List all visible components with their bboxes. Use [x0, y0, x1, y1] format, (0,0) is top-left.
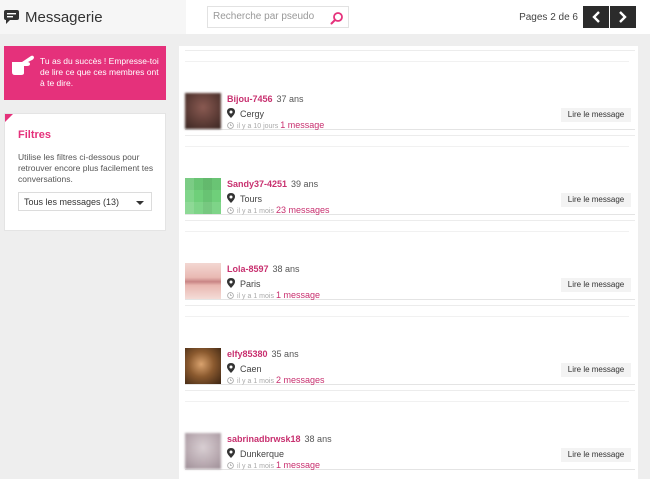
- message-card: elfy85380 35 ans Caen il y a 1 mois 2 mess…: [185, 305, 635, 385]
- age: 39 ans: [291, 179, 319, 189]
- message-list: Bijou-7456 37 ans Cergy il y a 10 jours 1 …: [179, 46, 638, 479]
- clock-icon: [227, 377, 234, 384]
- age: 38 ans: [272, 264, 300, 274]
- avatar[interactable]: [185, 93, 221, 129]
- avatar[interactable]: [185, 348, 221, 384]
- message-time: il y a 1 mois: [237, 293, 274, 300]
- pagination-label: Pages 2 de 6: [519, 12, 578, 23]
- page-title: Messagerie: [25, 9, 103, 26]
- brand-area: Messagerie: [0, 0, 186, 34]
- message-card: Sandy37-4251 39 ans Tours il y a 1 mois 23…: [185, 135, 635, 215]
- promo-banner: Tu as du succès ! Empresse-toi de lire c…: [4, 46, 166, 100]
- message-count-link[interactable]: 1 message: [276, 460, 320, 470]
- location: Cergy: [227, 108, 264, 119]
- read-message-button[interactable]: Lire le message: [561, 193, 631, 207]
- avatar[interactable]: [185, 178, 221, 214]
- username-link[interactable]: sabrinadbrwsk18 38 ans: [227, 434, 332, 444]
- caret-down-icon: [136, 201, 144, 205]
- filters-panel: Filtres Utilise les filtres ci-dessous p…: [4, 113, 166, 231]
- promo-text: Tu as du succès ! Empresse-toi de lire c…: [40, 56, 159, 88]
- top-bar: Messagerie Recherche par pseudo Pages 2 …: [0, 0, 650, 34]
- message-meta: il y a 1 mois 1 message: [227, 290, 320, 300]
- search-input[interactable]: Recherche par pseudo: [207, 6, 349, 28]
- message-time: il y a 1 mois: [237, 378, 274, 385]
- avatar[interactable]: [185, 433, 221, 469]
- divider: [185, 316, 629, 317]
- map-pin-icon: [227, 448, 235, 458]
- message-card: Bijou-7456 37 ans Cergy il y a 10 jours 1 …: [185, 50, 635, 130]
- age: 38 ans: [304, 434, 332, 444]
- corner-accent: [5, 114, 13, 122]
- chevron-left-icon: [592, 11, 600, 23]
- read-message-button[interactable]: Lire le message: [561, 108, 631, 122]
- map-pin-icon: [227, 193, 235, 203]
- message-card: Lola-8597 38 ans Paris il y a 1 mois 1 mes…: [185, 220, 635, 300]
- message-card: sabrinadbrwsk18 38 ans Dunkerque il y a 1…: [185, 390, 635, 470]
- map-pin-icon: [227, 278, 235, 288]
- read-message-button[interactable]: Lire le message: [561, 363, 631, 377]
- pointing-hand-icon: [12, 55, 34, 75]
- clock-icon: [227, 207, 234, 214]
- age: 35 ans: [271, 349, 299, 359]
- divider: [185, 61, 629, 62]
- divider: [185, 401, 629, 402]
- message-filter-value: Tous les messages (13): [24, 197, 120, 207]
- chat-bubble-icon: [4, 10, 19, 24]
- avatar[interactable]: [185, 263, 221, 299]
- prev-page-button[interactable]: [583, 6, 609, 28]
- chevron-right-icon: [619, 11, 627, 23]
- message-filter-select[interactable]: Tous les messages (13): [18, 192, 152, 211]
- username-link[interactable]: Sandy37-4251 39 ans: [227, 179, 318, 189]
- location: Paris: [227, 278, 261, 289]
- clock-icon: [227, 292, 234, 299]
- filters-title: Filtres: [18, 129, 52, 141]
- message-meta: il y a 10 jours 1 message: [227, 120, 324, 130]
- message-count-link[interactable]: 1 message: [276, 290, 320, 300]
- map-pin-icon: [227, 108, 235, 118]
- search-icon[interactable]: [330, 11, 344, 25]
- filters-description: Utilise les filtres ci-dessous pour retr…: [18, 152, 154, 184]
- message-count-link[interactable]: 23 messages: [276, 205, 330, 215]
- clock-icon: [227, 462, 234, 469]
- location: Dunkerque: [227, 448, 284, 459]
- search-placeholder: Recherche par pseudo: [213, 11, 315, 22]
- message-time: il y a 10 jours: [237, 123, 279, 130]
- message-time: il y a 1 mois: [237, 463, 274, 470]
- next-page-button[interactable]: [610, 6, 636, 28]
- location: Caen: [227, 363, 262, 374]
- message-count-link[interactable]: 2 messages: [276, 375, 325, 385]
- location: Tours: [227, 193, 262, 204]
- read-message-button[interactable]: Lire le message: [561, 278, 631, 292]
- divider: [185, 231, 629, 232]
- message-meta: il y a 1 mois 2 messages: [227, 375, 325, 385]
- message-meta: il y a 1 mois 23 messages: [227, 205, 330, 215]
- username-link[interactable]: elfy85380 35 ans: [227, 349, 299, 359]
- clock-icon: [227, 122, 234, 129]
- age: 37 ans: [276, 94, 304, 104]
- divider: [185, 146, 629, 147]
- message-meta: il y a 1 mois 1 message: [227, 460, 320, 470]
- read-message-button[interactable]: Lire le message: [561, 448, 631, 462]
- message-time: il y a 1 mois: [237, 208, 274, 215]
- map-pin-icon: [227, 363, 235, 373]
- username-link[interactable]: Bijou-7456 37 ans: [227, 94, 304, 104]
- message-count-link[interactable]: 1 message: [280, 120, 324, 130]
- username-link[interactable]: Lola-8597 38 ans: [227, 264, 300, 274]
